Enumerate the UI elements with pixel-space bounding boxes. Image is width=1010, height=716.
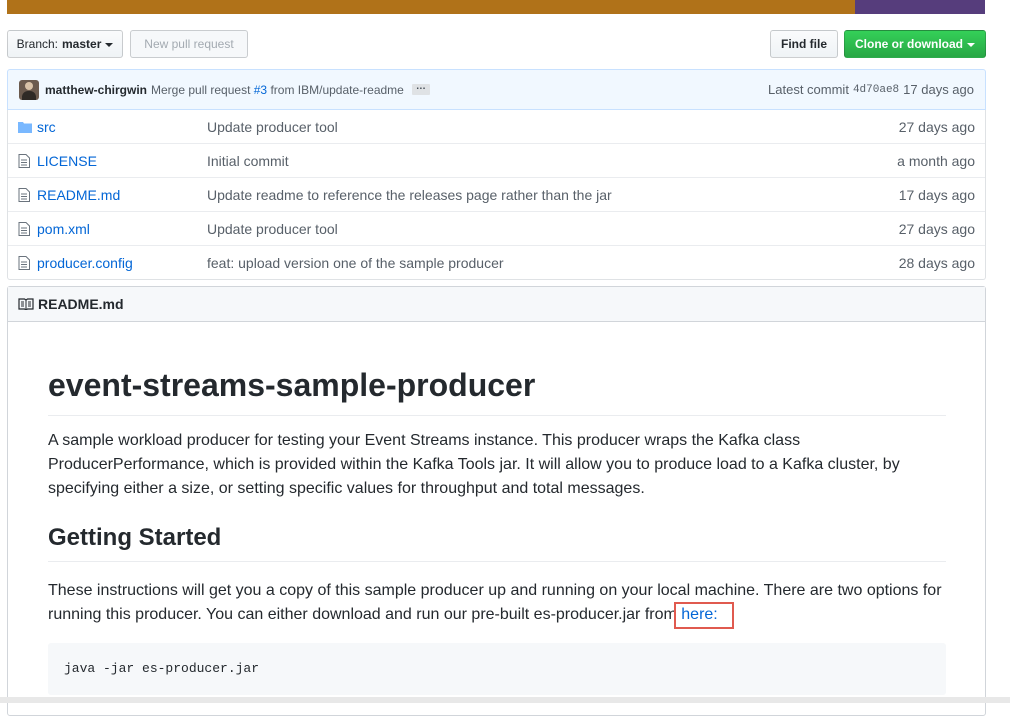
readme-panel: README.md event-streams-sample-producer … [7, 286, 986, 716]
file-age: 28 days ago [898, 254, 975, 271]
file-icon [18, 255, 32, 270]
file-row[interactable]: LICENSE Initial commit a month ago [8, 143, 985, 177]
commit-message-prefix[interactable]: Merge pull request [151, 83, 250, 97]
file-name[interactable]: pom.xml [37, 221, 207, 237]
file-name[interactable]: src [37, 119, 207, 135]
avatar[interactable] [19, 79, 39, 100]
commit-message-suffix[interactable]: from IBM/update-readme [270, 83, 403, 97]
highlight-annotation [674, 602, 734, 629]
latest-commit-label: Latest commit [768, 82, 849, 97]
new-pull-request-button[interactable]: New pull request [130, 30, 248, 58]
folder-icon [18, 120, 32, 134]
commit-sha-link[interactable]: 4d70ae8 [853, 84, 899, 96]
language-segment-other[interactable] [855, 0, 985, 14]
branch-name: master [62, 37, 102, 51]
file-name[interactable]: LICENSE [37, 153, 207, 169]
file-commit-message[interactable]: Update readme to reference the releases … [207, 187, 855, 203]
file-age: 27 days ago [898, 220, 975, 237]
file-row[interactable]: pom.xml Update producer tool 27 days ago [8, 211, 985, 245]
branch-select-button[interactable]: Branch: master [7, 30, 123, 58]
file-age: 27 days ago [898, 118, 975, 135]
commit-age: 17 days ago [903, 82, 974, 97]
caret-down-icon [967, 43, 975, 47]
file-icon [18, 221, 32, 236]
file-age: a month ago [897, 152, 975, 169]
file-icon [18, 187, 32, 202]
caret-down-icon [105, 43, 114, 47]
latest-commit-bar: matthew-chirgwin Merge pull request #3 f… [7, 69, 986, 110]
file-row[interactable]: producer.config feat: upload version one… [8, 245, 985, 279]
file-commit-message[interactable]: Update producer tool [207, 221, 855, 237]
file-list: src Update producer tool 27 days ago LIC… [7, 110, 986, 280]
readme-header: README.md [8, 287, 985, 322]
file-commit-message[interactable]: Initial commit [207, 153, 855, 169]
file-row[interactable]: README.md Update readme to reference the… [8, 177, 985, 211]
file-name[interactable]: README.md [37, 187, 207, 203]
pull-request-link[interactable]: #3 [254, 83, 267, 97]
file-commit-message[interactable]: feat: upload version one of the sample p… [207, 255, 855, 271]
file-row[interactable]: src Update producer tool 27 days ago [8, 110, 985, 143]
getting-started-heading: Getting Started [48, 523, 946, 562]
getting-started-body: These instructions will get you a copy o… [48, 582, 942, 623]
find-file-button[interactable]: Find file [770, 30, 838, 58]
language-segment-java[interactable] [7, 0, 855, 14]
code-block: java -jar es-producer.jar [48, 643, 946, 695]
file-commit-message[interactable]: Update producer tool [207, 119, 855, 135]
branch-prefix-label: Branch: [16, 37, 58, 51]
file-name[interactable]: producer.config [37, 255, 207, 271]
clone-label: Clone or download [855, 37, 963, 51]
horizontal-scrollbar[interactable] [0, 697, 1010, 703]
language-bar[interactable] [7, 0, 985, 14]
expand-commit-button[interactable]: … [411, 82, 430, 95]
readme-title: event-streams-sample-producer [48, 365, 946, 416]
commit-meta: Latest commit 4d70ae8 17 days ago [768, 82, 974, 97]
commit-message: Merge pull request #3 from IBM/update-re… [151, 83, 404, 97]
getting-started-text: These instructions will get you a copy o… [48, 579, 946, 627]
book-icon [18, 298, 34, 310]
readme-filename: README.md [38, 296, 124, 312]
clone-or-download-button[interactable]: Clone or download [844, 30, 986, 58]
readme-intro: A sample workload producer for testing y… [48, 432, 900, 497]
file-age: 17 days ago [898, 186, 975, 203]
commit-author[interactable]: matthew-chirgwin [45, 83, 147, 97]
file-icon [18, 153, 32, 168]
